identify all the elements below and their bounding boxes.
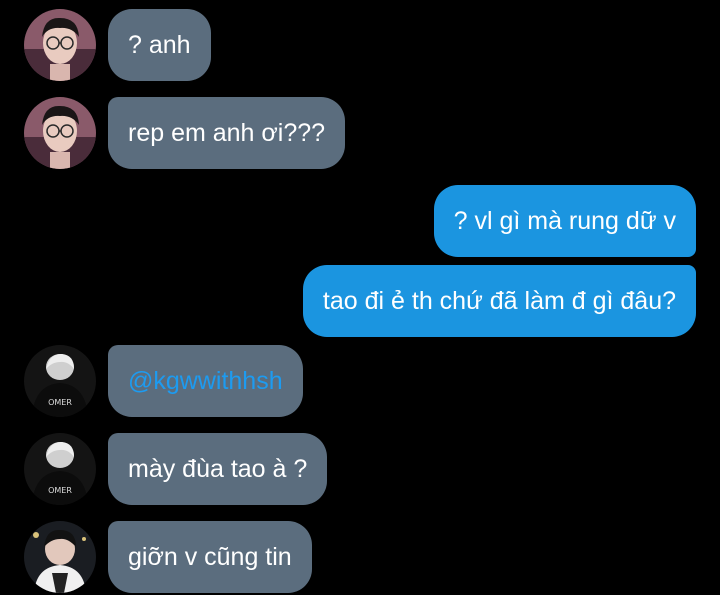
avatar[interactable]: OMER <box>24 433 96 505</box>
message-bubble[interactable]: giỡn v cũng tin <box>108 521 312 593</box>
avatar[interactable] <box>24 97 96 169</box>
avatar[interactable] <box>24 521 96 593</box>
jersey-label: OMER <box>48 486 72 495</box>
user-photo-icon <box>24 521 96 593</box>
message-bubble[interactable]: @kgwwithhsh <box>108 345 303 417</box>
mention-link[interactable]: @kgwwithhsh <box>128 367 283 395</box>
user-photo-icon <box>24 9 96 81</box>
avatar[interactable] <box>24 9 96 81</box>
message-bubble[interactable]: ? anh <box>108 9 211 81</box>
message-text: ? vl gì mà rung dữ v <box>453 207 676 235</box>
message-text: ? anh <box>128 31 191 59</box>
jersey-label: OMER <box>48 398 72 407</box>
message-text: tao đi ẻ th chứ đã làm đ gì đâu? <box>322 287 676 315</box>
user-photo-icon: OMER <box>24 345 96 417</box>
message-text: giỡn v cũng tin <box>128 543 292 571</box>
message-bubble-sent[interactable]: tao đi ẻ th chứ đã làm đ gì đâu? <box>302 265 696 337</box>
user-photo-icon <box>24 97 96 169</box>
user-photo-icon: OMER <box>24 433 96 505</box>
message-text: rep em anh ơi??? <box>128 119 326 147</box>
chat-thread: ? anh rep em anh ơi??? ? vl gì mà rung d… <box>0 0 720 595</box>
message-text: mày đùa tao à ? <box>128 455 308 483</box>
avatar[interactable]: OMER <box>24 345 96 417</box>
message-bubble[interactable]: rep em anh ơi??? <box>108 97 346 169</box>
message-bubble-sent[interactable]: ? vl gì mà rung dữ v <box>433 185 696 257</box>
message-bubble[interactable]: mày đùa tao à ? <box>108 433 328 505</box>
